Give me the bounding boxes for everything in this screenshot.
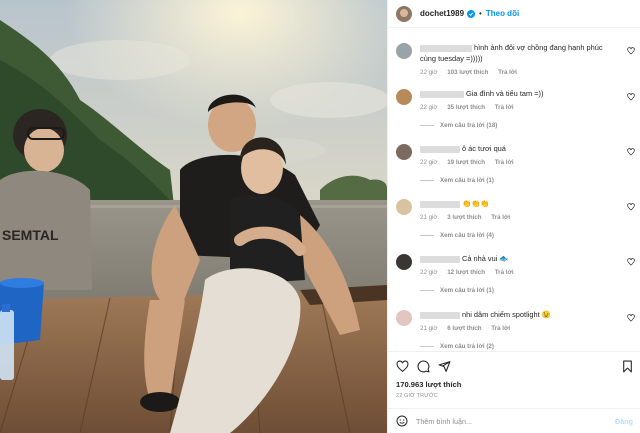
- comment-likes[interactable]: 35 lượt thích: [447, 104, 485, 111]
- comment-icon[interactable]: [417, 360, 430, 373]
- comments-list[interactable]: hình ảnh đôi vợ chồng đang hạnh phúc cùn…: [388, 29, 640, 351]
- verified-badge-icon: [467, 9, 476, 18]
- commenter-username[interactable]: [420, 255, 460, 263]
- emoji-icon[interactable]: [396, 415, 408, 427]
- comment-text: nhi dâm chiếm spotlight 😉: [462, 310, 551, 319]
- reply-button[interactable]: Trả lời: [491, 325, 510, 332]
- comment-likes[interactable]: 3 lượt thích: [447, 214, 481, 221]
- commenter-avatar[interactable]: [396, 254, 412, 270]
- comment-meta: 21 giờ 6 lượt thích Trả lời: [420, 325, 518, 332]
- view-replies-button[interactable]: Xem câu trả lời (18): [420, 122, 497, 129]
- reply-button[interactable]: Trả lời: [495, 269, 514, 276]
- comment-text: 👏👏👏: [462, 199, 490, 208]
- comment-text: Gia đình và tiểu tam =)): [466, 89, 544, 98]
- heart-icon[interactable]: [627, 47, 635, 55]
- comment-likes[interactable]: 19 lượt thích: [447, 159, 485, 166]
- author-username[interactable]: dochet1989: [420, 9, 464, 18]
- comment-time: 21 giờ: [420, 214, 438, 221]
- avatar[interactable]: [396, 5, 412, 22]
- heart-icon[interactable]: [627, 148, 635, 156]
- heart-icon[interactable]: [627, 314, 635, 322]
- commenter-username[interactable]: [420, 44, 472, 52]
- view-replies-button[interactable]: Xem câu trả lời (2): [420, 343, 494, 350]
- comment-meta: 22 giờ 19 lượt thích Trả lời: [420, 159, 522, 166]
- shirt-print: SEMTAL: [2, 227, 59, 243]
- bookmark-icon[interactable]: [621, 360, 634, 373]
- reply-button[interactable]: Trả lời: [495, 159, 514, 166]
- separator-dot: •: [479, 9, 482, 18]
- heart-icon[interactable]: [627, 258, 635, 266]
- commenter-username[interactable]: [420, 145, 460, 153]
- commenter-avatar[interactable]: [396, 310, 412, 326]
- heart-icon[interactable]: [627, 203, 635, 211]
- reply-button[interactable]: Trả lời: [495, 104, 514, 111]
- like-count[interactable]: 170.963 lượt thích: [396, 380, 461, 389]
- comment-likes[interactable]: 6 lượt thích: [447, 325, 481, 332]
- view-replies-button[interactable]: Xem câu trả lời (1): [420, 287, 494, 294]
- commenter-avatar[interactable]: [396, 43, 412, 59]
- comment-time: 22 giờ: [420, 104, 438, 111]
- comment-body: hình ảnh đôi vợ chồng đang hạnh phúc cùn…: [420, 42, 620, 64]
- commenter-username[interactable]: [420, 90, 464, 98]
- comment-time: 22 giờ: [420, 269, 438, 276]
- reply-button[interactable]: Trả lời: [498, 69, 517, 76]
- commenter-username[interactable]: [420, 200, 460, 208]
- comment-time: 22 giờ: [420, 69, 438, 76]
- comment-body: nhi dâm chiếm spotlight 😉: [420, 309, 620, 320]
- comment-time: 22 giờ: [420, 159, 438, 166]
- comment-meta: 22 giờ 35 lượt thích Trả lời: [420, 104, 522, 111]
- post-photo[interactable]: SEMTAL: [0, 0, 387, 433]
- view-replies-button[interactable]: Xem câu trả lời (1): [420, 177, 494, 184]
- follow-button[interactable]: Theo dõi: [486, 9, 519, 18]
- commenter-avatar[interactable]: [396, 89, 412, 105]
- comment-composer: Đăng: [388, 408, 640, 433]
- heart-icon[interactable]: [396, 360, 409, 373]
- commenter-avatar[interactable]: [396, 144, 412, 160]
- photo-scene: SEMTAL: [0, 0, 387, 433]
- comment-body: 👏👏👏: [420, 198, 620, 209]
- view-replies-button[interactable]: Xem câu trả lời (4): [420, 232, 494, 239]
- comment-meta: 22 giờ 103 lượt thích Trả lời: [420, 69, 525, 76]
- commenter-username[interactable]: [420, 311, 460, 319]
- comment-body: Gia đình và tiểu tam =)): [420, 88, 620, 99]
- comment-body: ô ác tươi quá: [420, 143, 620, 154]
- comment-text: Cả nhà vui 🐟: [462, 254, 509, 263]
- comment-likes[interactable]: 103 lượt thích: [447, 69, 488, 76]
- post-header: dochet1989 • Theo dõi: [388, 0, 640, 28]
- post-time: 22 GIỜ TRƯỚC: [396, 393, 438, 399]
- heart-icon[interactable]: [627, 93, 635, 101]
- comment-input[interactable]: [416, 414, 606, 428]
- comment-text: ô ác tươi quá: [462, 144, 506, 153]
- comment-time: 21 giờ: [420, 325, 438, 332]
- reply-button[interactable]: Trả lời: [491, 214, 510, 221]
- post-sidebar: dochet1989 • Theo dõi hình ảnh đôi vợ ch…: [387, 0, 640, 433]
- post-comment-button[interactable]: Đăng: [615, 417, 633, 426]
- comment-meta: 22 giờ 12 lượt thích Trả lời: [420, 269, 522, 276]
- share-icon[interactable]: [438, 360, 451, 373]
- comment-body: Cả nhà vui 🐟: [420, 253, 620, 264]
- comment-likes[interactable]: 12 lượt thích: [447, 269, 485, 276]
- comment-meta: 21 giờ 3 lượt thích Trả lời: [420, 214, 518, 221]
- commenter-avatar[interactable]: [396, 199, 412, 215]
- post-actions: [388, 351, 640, 379]
